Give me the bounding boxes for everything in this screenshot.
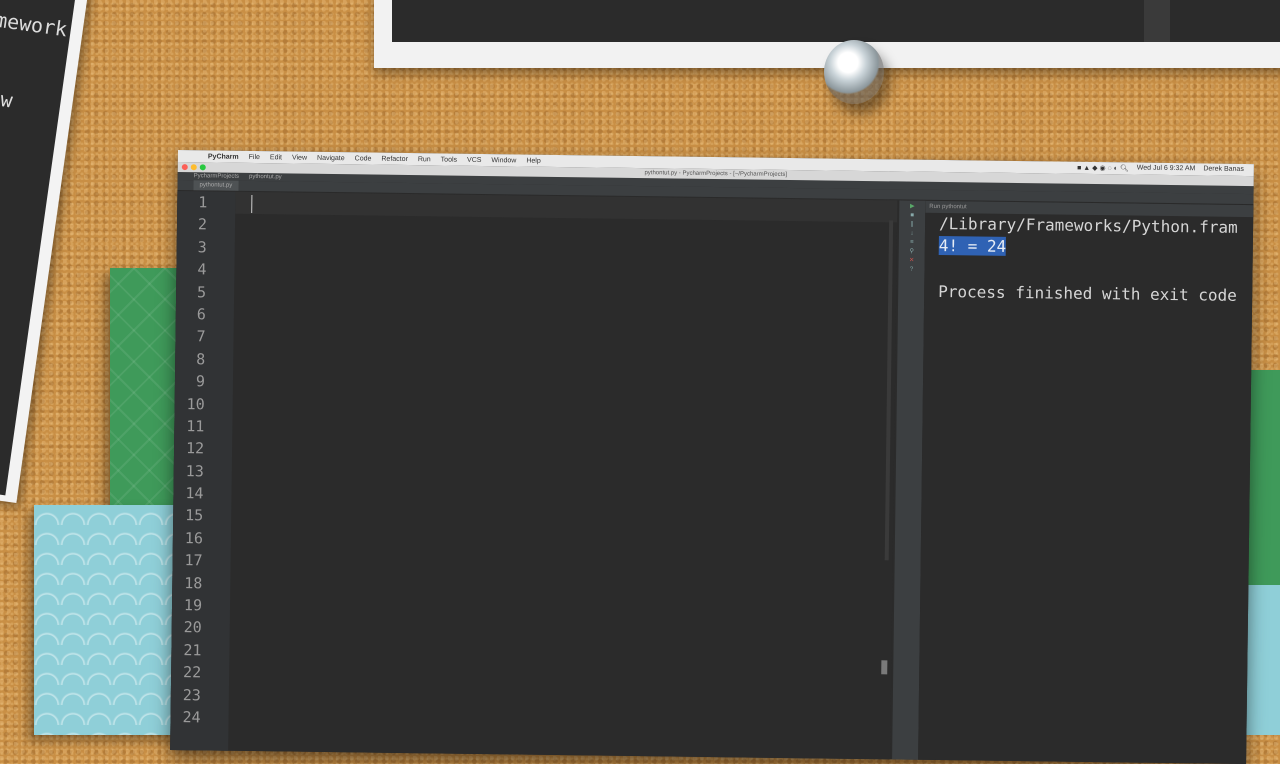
left-paper-card: mework hed w [0, 0, 89, 504]
menu-vcs[interactable]: VCS [467, 156, 481, 163]
editor-scrollbar[interactable] [884, 220, 894, 561]
breadcrumb-project[interactable]: PycharmProjects [194, 173, 239, 180]
breadcrumb-file[interactable]: pythontut.py [249, 174, 282, 180]
line-number: 18 [184, 573, 203, 592]
line-number: 11 [186, 417, 205, 436]
line-number: 1 [198, 193, 208, 212]
pycharm-window: PyCharm File Edit View Navigate Code Ref… [170, 150, 1254, 764]
window-controls [181, 164, 206, 171]
line-number: 20 [183, 618, 202, 637]
menu-code[interactable]: Code [355, 155, 372, 162]
line-number: 14 [185, 484, 204, 503]
console-result-selected[interactable]: 4! = 24 [938, 235, 1007, 256]
line-number: 12 [185, 439, 205, 458]
menu-run[interactable]: Run [418, 156, 431, 163]
menu-help[interactable]: Help [526, 157, 540, 164]
console-result-line: 4! = 24 [925, 235, 1253, 261]
minimize-window-button[interactable] [190, 164, 197, 171]
line-number: 3 [197, 238, 207, 257]
close-run-icon[interactable]: ✕ [909, 258, 915, 264]
tab-pythontut[interactable]: pythontut.py [193, 180, 239, 191]
line-number: 17 [184, 551, 203, 570]
line-number: 10 [186, 394, 205, 413]
help-icon[interactable]: ? [908, 267, 914, 273]
line-number: 19 [183, 596, 203, 615]
left-paper-screen: mework hed w [0, 0, 77, 496]
pin-tab-icon[interactable]: ⚲ [909, 249, 915, 255]
console-exit-message: Process finished with exit code [938, 281, 1237, 305]
menubar-status: ■ ▲ ◆ ◉ ◌ ◐ 🔍︎ Wed Jul 6 9:32 AM Derek B… [1077, 164, 1254, 174]
line-number: 5 [196, 282, 207, 301]
top-paper-divider [1144, 0, 1170, 42]
menu-refactor[interactable]: Refactor [381, 155, 408, 162]
menu-edit[interactable]: Edit [270, 154, 282, 161]
menubar-user[interactable]: Derek Banas [1203, 165, 1244, 174]
editor-scroll-marker[interactable] [881, 660, 888, 675]
menu-app-name[interactable]: PyCharm [208, 153, 239, 160]
menu-window[interactable]: Window [491, 157, 516, 164]
left-paper-text-1: mework [0, 7, 69, 42]
stop-icon[interactable]: ■ [909, 213, 915, 219]
menu-navigate[interactable]: Navigate [317, 154, 345, 161]
status-icons[interactable]: ■ ▲ ◆ ◉ ◌ ◐ 🔍︎ [1077, 164, 1129, 173]
line-number: 13 [185, 461, 204, 481]
line-number-gutter: 1 2 3 4 5 6 7 8 9 10 11 12 13 14 15 16 1 [170, 190, 236, 751]
menu-file[interactable]: File [249, 153, 260, 160]
left-paper-text-2: hed w [0, 80, 15, 113]
zoom-window-button[interactable] [199, 164, 206, 171]
close-window-button[interactable] [181, 164, 188, 171]
scroll-to-end-icon[interactable]: ↓ [909, 231, 915, 237]
line-number: 7 [196, 327, 206, 346]
line-number: 2 [197, 215, 208, 234]
line-number: 15 [185, 506, 204, 525]
line-number: 23 [182, 685, 201, 704]
line-number: 21 [183, 640, 202, 660]
line-number: 9 [195, 372, 206, 391]
code-editor[interactable]: 1 2 3 4 5 6 7 8 9 10 11 12 13 14 15 16 1 [170, 190, 898, 760]
line-number: 22 [182, 663, 202, 682]
pushpin [824, 40, 884, 104]
line-number: 6 [196, 305, 206, 324]
menubar-clock[interactable]: Wed Jul 6 9:32 AM [1137, 165, 1196, 174]
line-numbers: 1 2 3 4 5 6 7 8 9 10 11 12 13 14 15 16 1 [170, 191, 235, 729]
menu-view[interactable]: View [292, 154, 307, 161]
work-area: 1 2 3 4 5 6 7 8 9 10 11 12 13 14 15 16 1 [170, 190, 1254, 764]
window-title: pythontut.py - PycharmProjects - [~/Pych… [644, 170, 788, 178]
line-number: 24 [182, 708, 201, 727]
line-number: 8 [196, 349, 206, 369]
rerun-icon[interactable]: ▶ [909, 204, 915, 210]
line-number: 16 [184, 528, 204, 548]
pause-icon[interactable]: ∥ [909, 222, 915, 228]
line-number: 4 [197, 260, 207, 279]
run-console[interactable]: Run pythontut /Library/Frameworks/Python… [918, 200, 1254, 764]
menu-tools[interactable]: Tools [441, 156, 457, 163]
soft-wrap-icon[interactable]: ≡ [909, 240, 915, 246]
